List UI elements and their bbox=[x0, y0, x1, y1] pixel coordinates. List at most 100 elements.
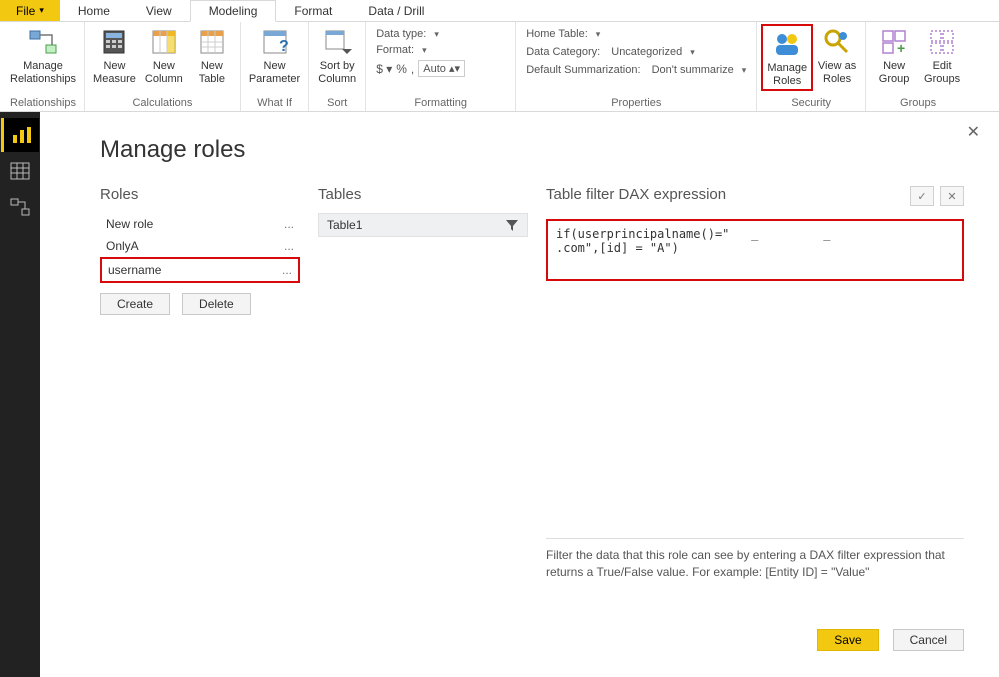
parameter-icon: ? bbox=[259, 26, 291, 58]
group-name-properties: Properties bbox=[520, 97, 752, 111]
ribbon-group-formatting: Data type: Format: $ ▾ % , Auto ▴▾ Forma… bbox=[366, 22, 516, 111]
menu-tabs: File ▾ HomeViewModelingFormatData / Dril… bbox=[0, 0, 999, 22]
new-group-button[interactable]: + NewGroup bbox=[870, 24, 918, 87]
role-menu-icon[interactable]: ... bbox=[284, 239, 294, 253]
roles-icon bbox=[771, 28, 803, 60]
ribbon: ManageRelationships Relationships NewMea… bbox=[0, 22, 999, 112]
home-table-dropdown[interactable]: Home Table: bbox=[526, 28, 746, 40]
group-name-formatting: Formatting bbox=[370, 97, 511, 111]
group-name-relationships: Relationships bbox=[6, 97, 80, 111]
edit-groups-label: EditGroups bbox=[924, 60, 960, 85]
ribbon-group-calculations: NewMeasure NewColumn NewTable Calculatio… bbox=[85, 22, 241, 111]
currency-button[interactable]: $ ▾ bbox=[376, 62, 392, 76]
view-report-icon[interactable] bbox=[1, 118, 39, 152]
role-menu-icon[interactable]: ... bbox=[284, 217, 294, 231]
manage-roles-label: ManageRoles bbox=[767, 62, 807, 87]
roles-header: Roles bbox=[100, 186, 300, 203]
role-list: New role...OnlyA...username... bbox=[100, 213, 300, 283]
dax-expression-input[interactable]: if(userprincipalname()=" _ _ .com",[id] … bbox=[546, 219, 964, 281]
new-group-label: NewGroup bbox=[879, 60, 910, 85]
view-data-icon[interactable] bbox=[1, 154, 39, 188]
role-menu-icon[interactable]: ... bbox=[282, 263, 292, 277]
new-column-label: NewColumn bbox=[145, 60, 183, 85]
dax-hint-text: Filter the data that this role can see b… bbox=[546, 547, 964, 581]
new-group-icon: + bbox=[878, 26, 910, 58]
edit-groups-icon bbox=[926, 26, 958, 58]
group-name-calculations: Calculations bbox=[89, 97, 236, 111]
svg-text:?: ? bbox=[279, 38, 289, 55]
tab-data-drill[interactable]: Data / Drill bbox=[350, 0, 442, 21]
group-name-security: Security bbox=[761, 97, 861, 111]
tab-modeling[interactable]: Modeling bbox=[190, 0, 277, 22]
role-item[interactable]: OnlyA... bbox=[100, 235, 300, 257]
tab-view[interactable]: View bbox=[128, 0, 190, 21]
relationships-icon bbox=[27, 26, 59, 58]
column-icon bbox=[148, 26, 180, 58]
view-as-roles-button[interactable]: View asRoles bbox=[813, 24, 861, 87]
format-dropdown[interactable]: Format: bbox=[376, 44, 439, 56]
view-roles-icon bbox=[821, 26, 853, 58]
group-name-sort: Sort bbox=[313, 97, 361, 111]
sort-by-column-button[interactable]: Sort byColumn bbox=[313, 24, 361, 87]
manage-roles-button[interactable]: ManageRoles bbox=[761, 24, 813, 91]
new-table-button[interactable]: NewTable bbox=[188, 24, 236, 87]
table-name: Table1 bbox=[327, 218, 362, 232]
manage-relationships-button[interactable]: ManageRelationships bbox=[6, 24, 80, 87]
measure-icon bbox=[98, 26, 130, 58]
dax-header: Table filter DAX expression bbox=[546, 186, 726, 203]
ribbon-group-groups: + NewGroup EditGroups Groups bbox=[866, 22, 970, 111]
view-as-roles-label: View asRoles bbox=[818, 60, 856, 85]
default-summarization-dropdown[interactable]: Default Summarization: Don't summarize bbox=[526, 64, 746, 76]
delete-role-button[interactable]: Delete bbox=[182, 293, 251, 315]
create-role-button[interactable]: Create bbox=[100, 293, 170, 315]
decimal-places[interactable]: Auto ▴▾ bbox=[418, 60, 465, 77]
svg-text:+: + bbox=[897, 40, 905, 56]
tables-header: Tables bbox=[318, 186, 528, 203]
manage-relationships-label: ManageRelationships bbox=[10, 60, 76, 85]
ribbon-group-relationships: ManageRelationships Relationships bbox=[2, 22, 85, 111]
dax-verify-button[interactable]: ✓ bbox=[910, 186, 934, 206]
sort-by-column-label: Sort byColumn bbox=[318, 60, 356, 85]
new-parameter-button[interactable]: ? NewParameter bbox=[245, 24, 304, 87]
dialog-title: Manage roles bbox=[100, 136, 964, 164]
table-item[interactable]: Table1 bbox=[318, 213, 528, 237]
role-name: username bbox=[108, 263, 161, 277]
tab-home[interactable]: Home bbox=[60, 0, 128, 21]
close-icon[interactable]: ✕ bbox=[967, 122, 980, 142]
ribbon-group-whatif: ? NewParameter What If bbox=[241, 22, 309, 111]
data-category-dropdown[interactable]: Data Category: Uncategorized bbox=[526, 46, 746, 58]
ribbon-group-sort: Sort byColumn Sort bbox=[309, 22, 366, 111]
sort-icon bbox=[321, 26, 353, 58]
view-switcher bbox=[0, 112, 40, 677]
dax-revert-button[interactable]: ✕ bbox=[940, 186, 964, 206]
ribbon-group-properties: Home Table: Data Category: Uncategorized… bbox=[516, 22, 757, 111]
new-table-label: NewTable bbox=[199, 60, 225, 85]
role-item[interactable]: New role... bbox=[100, 213, 300, 235]
tab-file-label: File bbox=[16, 4, 35, 18]
new-parameter-label: NewParameter bbox=[249, 60, 300, 85]
chevron-down-icon: ▾ bbox=[39, 5, 44, 16]
tab-file[interactable]: File ▾ bbox=[0, 0, 60, 21]
role-name: New role bbox=[106, 217, 153, 231]
roles-column: Roles New role...OnlyA...username... Cre… bbox=[100, 186, 300, 315]
filter-icon[interactable] bbox=[505, 218, 519, 232]
ribbon-group-security: ManageRoles View asRoles Security bbox=[757, 22, 866, 111]
tab-format[interactable]: Format bbox=[276, 0, 350, 21]
dax-column: Table filter DAX expression ✓ ✕ if(userp… bbox=[546, 186, 964, 581]
save-button[interactable]: Save bbox=[817, 629, 878, 651]
manage-roles-dialog: ✕ Manage roles Roles New role...OnlyA...… bbox=[82, 118, 982, 669]
table-icon bbox=[196, 26, 228, 58]
edit-groups-button[interactable]: EditGroups bbox=[918, 24, 966, 87]
datatype-dropdown[interactable]: Data type: bbox=[376, 28, 439, 40]
tables-column: Tables Table1 bbox=[318, 186, 528, 237]
new-column-button[interactable]: NewColumn bbox=[140, 24, 188, 87]
group-name-groups: Groups bbox=[870, 97, 966, 111]
role-name: OnlyA bbox=[106, 239, 139, 253]
percent-button[interactable]: % bbox=[396, 62, 407, 76]
comma-button[interactable]: , bbox=[411, 62, 414, 76]
view-model-icon[interactable] bbox=[1, 190, 39, 224]
new-measure-button[interactable]: NewMeasure bbox=[89, 24, 140, 87]
group-name-whatif: What If bbox=[245, 97, 304, 111]
role-item[interactable]: username... bbox=[100, 257, 300, 283]
cancel-button[interactable]: Cancel bbox=[893, 629, 964, 651]
